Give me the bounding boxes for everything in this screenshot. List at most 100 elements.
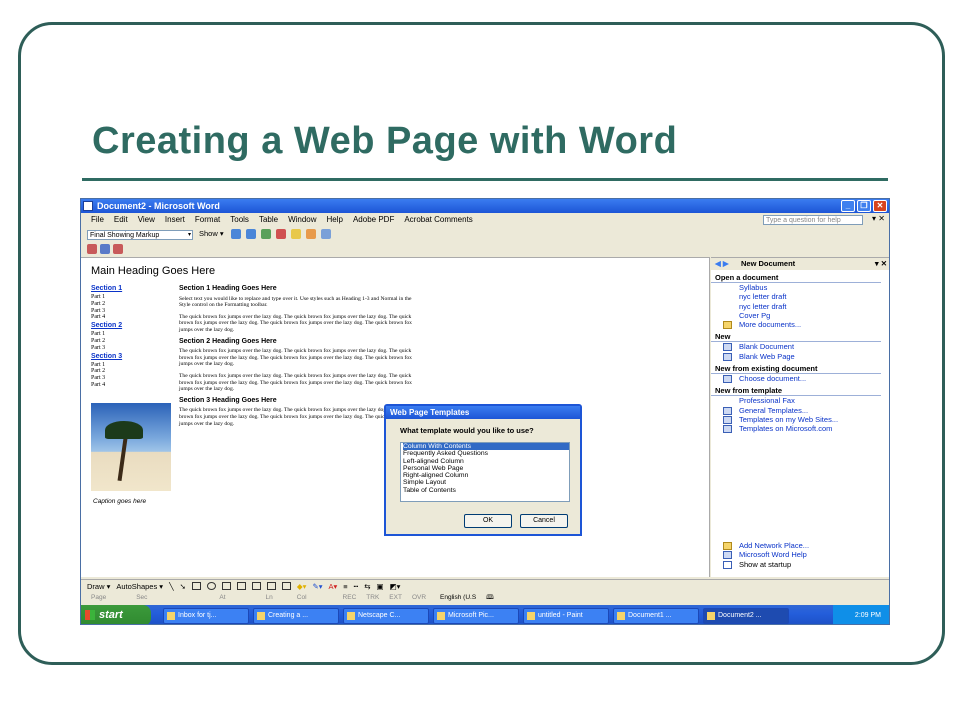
menu-acrobat-comments[interactable]: Acrobat Comments (404, 214, 472, 226)
menu-adobe-pdf[interactable]: Adobe PDF (353, 214, 394, 226)
properties-icon[interactable] (100, 244, 110, 254)
next-change-icon[interactable] (246, 229, 256, 239)
oval-icon[interactable] (206, 582, 216, 590)
arrow-icon[interactable]: ➘ (180, 580, 186, 593)
close-icon[interactable]: ▾ ✕ (875, 258, 887, 270)
template-listbox[interactable]: Column With Contents Frequently Asked Qu… (400, 442, 570, 502)
window-titlebar[interactable]: Document2 - Microsoft Word _ ❐ ✕ (81, 199, 889, 213)
blank-web-page-link[interactable]: Blank Web Page (711, 352, 889, 361)
ok-button[interactable]: OK (464, 514, 512, 528)
autoshapes-menu-button[interactable]: AutoShapes ▾ (116, 580, 163, 593)
recent-doc-link[interactable]: nyc letter draft (711, 302, 889, 311)
microsoft-com-templates-link[interactable]: Templates on Microsoft.com (711, 424, 889, 434)
script-editor-icon[interactable] (113, 244, 123, 254)
more-documents-link[interactable]: More documents... (711, 320, 889, 330)
body-paragraph: The quick brown fox jumps over the lazy … (179, 348, 412, 368)
add-network-place-link[interactable]: Add Network Place... (711, 541, 889, 550)
dash-style-icon[interactable]: ┅ (354, 580, 359, 593)
template-option[interactable]: Left-aligned Column (403, 458, 569, 465)
doc-close-icon[interactable]: ▾ ✕ (872, 214, 885, 223)
clip-art-icon[interactable] (266, 582, 276, 590)
previous-change-icon[interactable] (231, 229, 241, 239)
taskbar-button[interactable]: untitled - Paint (523, 607, 609, 624)
line-icon[interactable]: ╲ (169, 580, 174, 593)
template-option[interactable]: Frequently Asked Questions (403, 450, 569, 457)
menu-table[interactable]: Table (259, 214, 278, 226)
text-box-icon[interactable] (221, 582, 231, 590)
show-button[interactable]: Show ▾ (199, 229, 224, 238)
template-option[interactable]: Table of Contents (403, 487, 569, 494)
professional-fax-link[interactable]: Professional Fax (711, 396, 889, 405)
3d-icon[interactable]: ◩▾ (390, 580, 401, 593)
menu-format[interactable]: Format (195, 214, 220, 226)
template-option[interactable]: Personal Web Page (403, 465, 569, 472)
menu-tools[interactable]: Tools (230, 214, 249, 226)
status-ext[interactable]: EXT (389, 593, 402, 603)
toc-section-3-link[interactable]: Section 3 (91, 352, 122, 362)
template-option-selected[interactable]: Column With Contents (403, 443, 569, 451)
status-trk[interactable]: TRK (366, 593, 379, 603)
taskbar-button[interactable]: Document1 ... (613, 607, 699, 624)
back-forward-icon[interactable]: ◀ ▶ (715, 258, 729, 270)
windows-taskbar: start Inbox for tj... Creating a ... Net… (81, 605, 889, 624)
word-help-link[interactable]: Microsoft Word Help (711, 550, 889, 560)
accept-change-icon[interactable] (261, 229, 271, 239)
toc-section-1-link[interactable]: Section 1 (91, 284, 122, 294)
track-changes-icon[interactable] (306, 229, 316, 239)
toc-part: Part 2 (91, 368, 106, 375)
taskbar-button[interactable]: Microsoft Pic... (433, 607, 519, 624)
template-option[interactable]: Right-aligned Column (403, 472, 569, 479)
document-area[interactable]: Main Heading Goes Here Section 1 Part 1 … (81, 257, 710, 577)
recent-doc-link[interactable]: Syllabus (711, 283, 889, 292)
status-ovr[interactable]: OVR (412, 593, 426, 603)
menu-help[interactable]: Help (327, 214, 343, 226)
dialog-title[interactable]: Web Page Templates (386, 406, 580, 419)
blank-document-link[interactable]: Blank Document (711, 342, 889, 352)
line-color-icon[interactable]: ✎▾ (312, 580, 322, 593)
general-templates-link[interactable]: General Templates... (711, 406, 889, 415)
checkbox-checked-icon (723, 560, 732, 569)
start-button[interactable]: start (81, 605, 151, 624)
menu-view[interactable]: View (138, 214, 155, 226)
rectangle-icon[interactable] (191, 582, 201, 590)
toc-section-2-link[interactable]: Section 2 (91, 321, 122, 331)
cancel-button[interactable]: Cancel (520, 514, 568, 528)
template-option[interactable]: Simple Layout (403, 479, 569, 486)
reviewing-pane-icon[interactable] (321, 229, 331, 239)
menu-edit[interactable]: Edit (114, 214, 128, 226)
insert-comment-icon[interactable] (291, 229, 301, 239)
clock[interactable]: 2:09 PM (855, 612, 881, 619)
menu-insert[interactable]: Insert (165, 214, 185, 226)
reject-change-icon[interactable] (276, 229, 286, 239)
taskbar-button-active[interactable]: Document2 ... (703, 607, 789, 624)
recent-doc-link[interactable]: Cover Pg (711, 311, 889, 320)
shadow-icon[interactable]: ▣ (376, 580, 383, 593)
taskbar-button[interactable]: Netscape C... (343, 607, 429, 624)
line-style-icon[interactable]: ≡ (343, 580, 347, 593)
fill-color-icon[interactable]: ◆▾ (297, 580, 307, 593)
draw-menu-button[interactable]: Draw ▾ (87, 580, 110, 593)
web-sites-templates-link[interactable]: Templates on my Web Sites... (711, 415, 889, 424)
wordart-icon[interactable] (236, 582, 246, 590)
menu-file[interactable]: File (91, 214, 104, 226)
taskbar-button[interactable]: Creating a ... (253, 607, 339, 624)
taskbar-label: Microsoft Pic... (448, 611, 494, 619)
status-rec[interactable]: REC (343, 593, 357, 603)
menu-window[interactable]: Window (288, 214, 316, 226)
choose-document-link[interactable]: Choose document... (711, 374, 889, 384)
arrow-style-icon[interactable]: ⇆ (364, 580, 370, 593)
spelling-status-icon[interactable]: 🕮 (486, 593, 494, 603)
diagram-icon[interactable] (251, 582, 261, 590)
picture-icon[interactable] (281, 582, 291, 590)
markup-select[interactable]: Final Showing Markup ▾ (87, 230, 193, 240)
show-at-startup-checkbox[interactable]: Show at startup (711, 560, 889, 569)
recent-doc-link[interactable]: nyc letter draft (711, 292, 889, 301)
minimize-button[interactable]: _ (841, 200, 855, 212)
font-color-icon[interactable]: A▾ (329, 580, 338, 593)
toc-part: Part 2 (91, 300, 106, 307)
ask-question-input[interactable]: Type a question for help (763, 215, 863, 225)
taskbar-button[interactable]: Inbox for tj... (163, 607, 249, 624)
design-mode-icon[interactable] (87, 244, 97, 254)
restore-button[interactable]: ❐ (857, 200, 871, 212)
close-button[interactable]: ✕ (873, 200, 887, 212)
